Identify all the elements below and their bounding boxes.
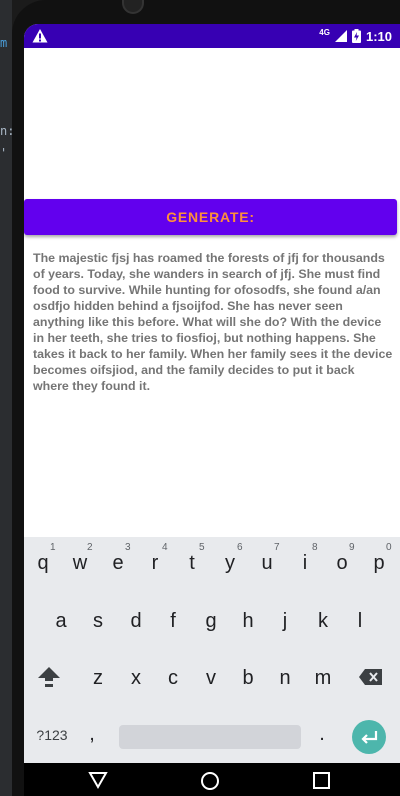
warning-icon — [32, 29, 48, 43]
key-j[interactable]: j — [270, 610, 300, 633]
symbols-key[interactable]: ?123 — [32, 727, 72, 743]
key-number-hint: 4 — [162, 542, 168, 553]
enter-key[interactable] — [352, 720, 386, 754]
key-number-hint: 7 — [274, 542, 280, 553]
backspace-icon[interactable] — [359, 669, 383, 685]
recents-square-icon[interactable] — [312, 771, 332, 791]
key-f[interactable]: f — [158, 610, 188, 633]
key-number-hint: 1 — [50, 542, 56, 553]
app-content: GENERATE: The majestic fjsj has roamed t… — [24, 48, 400, 560]
key-n[interactable]: n — [270, 667, 300, 690]
space-key[interactable] — [119, 725, 301, 749]
ide-fragment: m — [0, 36, 8, 50]
navigation-bar — [24, 763, 400, 796]
key-q[interactable]: q — [28, 552, 58, 575]
front-camera — [122, 0, 144, 14]
home-circle-icon[interactable] — [200, 771, 220, 791]
back-triangle-icon[interactable] — [88, 771, 108, 791]
key-l[interactable]: l — [345, 610, 375, 633]
battery-charging-icon — [351, 29, 361, 43]
key-number-hint: 5 — [199, 542, 205, 553]
key-number-hint: 3 — [125, 542, 131, 553]
key-k[interactable]: k — [308, 610, 338, 633]
enter-arrow-icon — [361, 731, 378, 744]
key-e[interactable]: e — [103, 552, 133, 575]
key-y[interactable]: y — [215, 552, 245, 575]
comma-key[interactable]: , — [82, 723, 102, 746]
key-h[interactable]: h — [233, 610, 263, 633]
key-number-hint: 9 — [349, 542, 355, 553]
signal-icon — [334, 30, 347, 42]
key-number-hint: 2 — [87, 542, 93, 553]
key-b[interactable]: b — [233, 667, 263, 690]
ide-fragment: ' — [0, 146, 8, 160]
key-t[interactable]: t — [177, 552, 207, 575]
status-bar: 4G 1:10 — [24, 24, 400, 48]
key-i[interactable]: i — [290, 552, 320, 575]
key-v[interactable]: v — [196, 667, 226, 690]
shift-arrow-icon[interactable] — [37, 666, 61, 688]
story-text: The majestic fjsj has roamed the forests… — [33, 251, 393, 393]
clock: 1:10 — [365, 28, 392, 44]
network-type: 4G — [319, 28, 330, 38]
key-w[interactable]: w — [65, 552, 95, 575]
key-o[interactable]: o — [327, 552, 357, 575]
soft-keyboard: ?123 , . q1w2e3r4t5y6u7i8o9p0 asdfghjkl zx… — [24, 537, 400, 763]
key-a[interactable]: a — [46, 610, 76, 633]
key-d[interactable]: d — [121, 610, 151, 633]
key-r[interactable]: r — [140, 552, 170, 575]
key-number-hint: 8 — [312, 542, 318, 553]
phone-screen: 4G 1:10 GENERATE: The majestic fjsj has … — [24, 24, 400, 796]
key-z[interactable]: z — [83, 667, 113, 690]
key-number-hint: 6 — [237, 542, 243, 553]
key-s[interactable]: s — [83, 610, 113, 633]
key-u[interactable]: u — [252, 552, 282, 575]
device-frame: m n: ' 4G 1:10 GENERATE: The majestic fj… — [0, 0, 400, 796]
key-number-hint: 0 — [386, 542, 392, 553]
key-x[interactable]: x — [121, 667, 151, 690]
key-p[interactable]: p — [364, 552, 394, 575]
key-c[interactable]: c — [158, 667, 188, 690]
generate-button[interactable]: GENERATE: — [24, 199, 397, 235]
period-key[interactable]: . — [312, 723, 332, 746]
ide-background-edge: m n: ' — [0, 0, 14, 796]
key-g[interactable]: g — [196, 610, 226, 633]
key-m[interactable]: m — [308, 667, 338, 690]
